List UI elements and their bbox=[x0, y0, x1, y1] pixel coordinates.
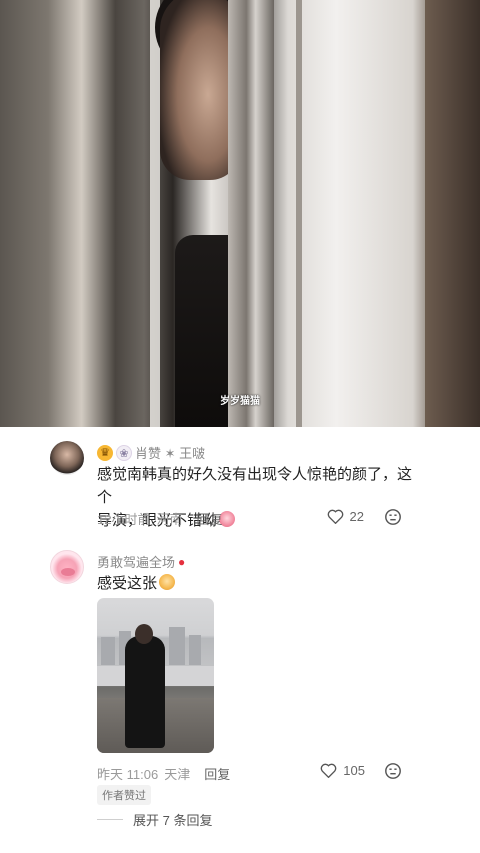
building bbox=[189, 635, 201, 665]
like-count: 22 bbox=[349, 509, 364, 524]
balloon-icon: ● bbox=[178, 554, 186, 569]
author-liked-tag: 作者赞过 bbox=[97, 785, 151, 805]
comment-time: 昨天 11:06 bbox=[97, 767, 159, 782]
reply-button[interactable]: 回复 bbox=[204, 764, 230, 783]
rabbit-badge-icon: ❀ bbox=[116, 444, 132, 461]
comment-author-row: ♛ ❀ 肖赞 ✶ 王啵 bbox=[97, 443, 205, 462]
man-head bbox=[135, 624, 153, 644]
heart-icon bbox=[327, 509, 343, 524]
reply-button[interactable]: 回复 bbox=[196, 509, 222, 528]
comment-location: 河南 bbox=[156, 512, 183, 527]
avatar[interactable] bbox=[50, 550, 84, 584]
building bbox=[169, 627, 185, 665]
like-count: 105 bbox=[343, 763, 365, 778]
expand-replies-label: 展开 7 条回复 bbox=[133, 813, 213, 828]
comment-author-row: 勇敢驾遍全场 ● bbox=[97, 552, 185, 571]
comment-author-name[interactable]: 肖赞 ✶ 王啵 bbox=[135, 443, 205, 462]
wood-wall bbox=[425, 0, 480, 427]
comment-time: 12小时前 bbox=[97, 512, 151, 527]
glass-door bbox=[228, 0, 274, 427]
man-in-suit bbox=[125, 636, 165, 748]
dislike-icon[interactable] bbox=[384, 508, 402, 526]
dog-emoji-icon bbox=[159, 574, 176, 590]
video-frame[interactable]: 岁岁猫猫 bbox=[0, 0, 480, 427]
comment-author-name[interactable]: 勇敢驾遍全场 bbox=[97, 552, 175, 571]
comment-meta: 昨天 11:06 天津 回复 bbox=[97, 764, 230, 783]
like-button[interactable]: 105 bbox=[320, 763, 365, 778]
lion-badge-icon: ♛ bbox=[97, 444, 113, 461]
expand-replies-button[interactable]: 展开 7 条回复 bbox=[97, 810, 212, 829]
door-edge bbox=[150, 0, 160, 427]
comment-text-line: 感觉南韩真的好久没有出现令人惊艳的颜了，这个 bbox=[97, 466, 413, 506]
building bbox=[101, 637, 115, 665]
comment-location: 天津 bbox=[164, 767, 191, 782]
avatar[interactable] bbox=[50, 441, 84, 475]
divider-line bbox=[97, 819, 123, 820]
comment-text-segment: 感受这张 bbox=[97, 575, 158, 592]
like-button[interactable]: 22 bbox=[327, 509, 364, 524]
comment-text: 感受这张 bbox=[97, 572, 417, 595]
door-frame bbox=[296, 0, 302, 427]
video-watermark: 岁岁猫猫 bbox=[220, 396, 260, 407]
heart-icon bbox=[320, 763, 337, 778]
dislike-icon[interactable] bbox=[384, 762, 402, 780]
comment-meta: 12小时前 河南 回复 bbox=[97, 509, 223, 528]
comment-image[interactable] bbox=[97, 598, 214, 753]
